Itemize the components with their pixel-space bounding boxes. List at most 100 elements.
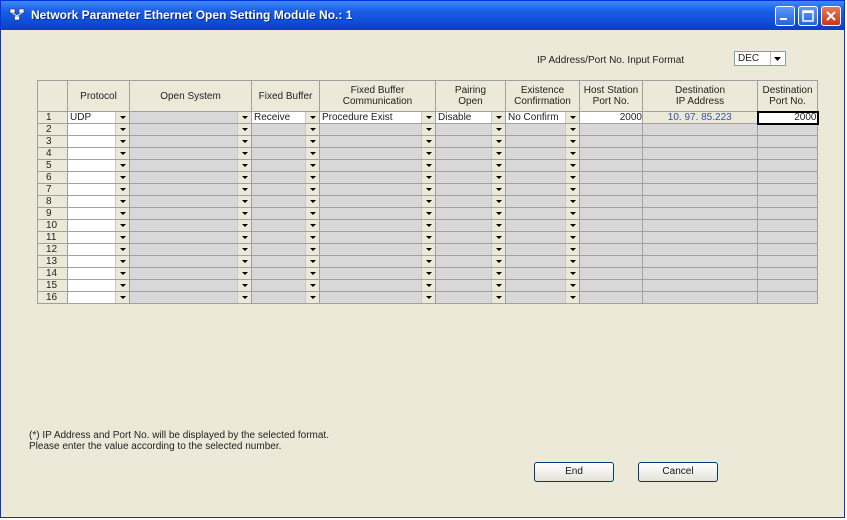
pairing-open-dropdown[interactable] — [435, 219, 506, 232]
chevron-down-icon[interactable] — [115, 184, 129, 195]
fixed-buffer-communication-dropdown[interactable] — [319, 183, 436, 196]
chevron-down-icon[interactable] — [115, 268, 129, 279]
chevron-down-icon[interactable] — [305, 292, 319, 303]
destination-ip-field[interactable] — [642, 279, 758, 292]
chevron-down-icon[interactable] — [491, 280, 505, 291]
chevron-down-icon[interactable] — [115, 148, 129, 159]
protocol-dropdown[interactable] — [67, 291, 130, 304]
destination-port-field[interactable] — [757, 123, 818, 136]
existence-confirmation-dropdown[interactable] — [505, 123, 580, 136]
pairing-open-dropdown[interactable] — [435, 195, 506, 208]
chevron-down-icon[interactable] — [491, 172, 505, 183]
open-system-dropdown[interactable] — [129, 135, 252, 148]
chevron-down-icon[interactable] — [115, 160, 129, 171]
existence-confirmation-dropdown[interactable] — [505, 183, 580, 196]
chevron-down-icon[interactable] — [237, 160, 251, 171]
chevron-down-icon[interactable] — [565, 256, 579, 267]
open-system-dropdown[interactable] — [129, 231, 252, 244]
existence-confirmation-dropdown[interactable] — [505, 159, 580, 172]
protocol-dropdown[interactable] — [67, 171, 130, 184]
destination-ip-field[interactable] — [642, 159, 758, 172]
chevron-down-icon[interactable] — [421, 208, 435, 219]
chevron-down-icon[interactable] — [491, 148, 505, 159]
destination-port-field[interactable] — [757, 267, 818, 280]
chevron-down-icon[interactable] — [421, 112, 435, 123]
chevron-down-icon[interactable] — [115, 232, 129, 243]
chevron-down-icon[interactable] — [305, 184, 319, 195]
cancel-button[interactable]: Cancel — [638, 462, 718, 482]
chevron-down-icon[interactable] — [421, 160, 435, 171]
fixed-buffer-communication-dropdown[interactable] — [319, 207, 436, 220]
chevron-down-icon[interactable] — [305, 124, 319, 135]
chevron-down-icon[interactable] — [237, 292, 251, 303]
fixed-buffer-dropdown[interactable] — [251, 207, 320, 220]
host-station-port-field[interactable] — [579, 123, 643, 136]
protocol-dropdown[interactable] — [67, 267, 130, 280]
chevron-down-icon[interactable] — [115, 220, 129, 231]
fixed-buffer-dropdown[interactable] — [251, 147, 320, 160]
destination-ip-field[interactable] — [642, 267, 758, 280]
chevron-down-icon[interactable] — [115, 172, 129, 183]
destination-ip-field[interactable] — [642, 147, 758, 160]
chevron-down-icon[interactable] — [421, 268, 435, 279]
chevron-down-icon[interactable] — [305, 244, 319, 255]
chevron-down-icon[interactable] — [421, 292, 435, 303]
open-system-dropdown[interactable] — [129, 219, 252, 232]
destination-port-field[interactable] — [757, 171, 818, 184]
chevron-down-icon[interactable] — [305, 148, 319, 159]
host-station-port-field[interactable] — [579, 147, 643, 160]
open-system-dropdown[interactable] — [129, 183, 252, 196]
chevron-down-icon[interactable] — [237, 220, 251, 231]
destination-port-field[interactable] — [757, 255, 818, 268]
existence-confirmation-dropdown[interactable] — [505, 207, 580, 220]
input-format-select[interactable]: DEC — [734, 51, 786, 66]
destination-port-field[interactable]: 2000 — [756, 110, 819, 125]
chevron-down-icon[interactable] — [421, 184, 435, 195]
protocol-dropdown[interactable] — [67, 123, 130, 136]
chevron-down-icon[interactable] — [305, 232, 319, 243]
open-system-dropdown[interactable] — [129, 111, 252, 124]
chevron-down-icon[interactable] — [565, 196, 579, 207]
chevron-down-icon[interactable] — [565, 160, 579, 171]
minimize-button[interactable] — [775, 6, 795, 26]
chevron-down-icon[interactable] — [115, 124, 129, 135]
chevron-down-icon[interactable] — [305, 256, 319, 267]
end-button[interactable]: End — [534, 462, 614, 482]
fixed-buffer-dropdown[interactable] — [251, 159, 320, 172]
chevron-down-icon[interactable] — [491, 256, 505, 267]
chevron-down-icon[interactable] — [565, 148, 579, 159]
fixed-buffer-dropdown[interactable] — [251, 291, 320, 304]
host-station-port-field[interactable]: 2000 — [579, 111, 643, 124]
chevron-down-icon[interactable] — [305, 280, 319, 291]
fixed-buffer-communication-dropdown[interactable] — [319, 171, 436, 184]
pairing-open-dropdown[interactable] — [435, 171, 506, 184]
open-system-dropdown[interactable] — [129, 267, 252, 280]
fixed-buffer-communication-dropdown[interactable] — [319, 147, 436, 160]
protocol-dropdown[interactable] — [67, 255, 130, 268]
chevron-down-icon[interactable] — [491, 244, 505, 255]
existence-confirmation-dropdown[interactable] — [505, 219, 580, 232]
fixed-buffer-communication-dropdown[interactable] — [319, 267, 436, 280]
chevron-down-icon[interactable] — [237, 184, 251, 195]
protocol-dropdown[interactable] — [67, 195, 130, 208]
chevron-down-icon[interactable] — [565, 112, 579, 123]
protocol-dropdown[interactable]: UDP — [67, 111, 130, 124]
chevron-down-icon[interactable] — [565, 232, 579, 243]
protocol-dropdown[interactable] — [67, 207, 130, 220]
existence-confirmation-dropdown[interactable] — [505, 291, 580, 304]
chevron-down-icon[interactable] — [115, 208, 129, 219]
protocol-dropdown[interactable] — [67, 147, 130, 160]
open-system-dropdown[interactable] — [129, 171, 252, 184]
existence-confirmation-dropdown[interactable] — [505, 279, 580, 292]
destination-port-field[interactable] — [757, 159, 818, 172]
fixed-buffer-communication-dropdown[interactable] — [319, 243, 436, 256]
destination-port-field[interactable] — [757, 147, 818, 160]
destination-port-field[interactable] — [757, 183, 818, 196]
fixed-buffer-dropdown[interactable] — [251, 195, 320, 208]
fixed-buffer-communication-dropdown[interactable] — [319, 123, 436, 136]
destination-ip-field[interactable] — [642, 255, 758, 268]
chevron-down-icon[interactable] — [565, 184, 579, 195]
chevron-down-icon[interactable] — [565, 268, 579, 279]
existence-confirmation-dropdown[interactable] — [505, 231, 580, 244]
destination-port-field[interactable] — [757, 207, 818, 220]
